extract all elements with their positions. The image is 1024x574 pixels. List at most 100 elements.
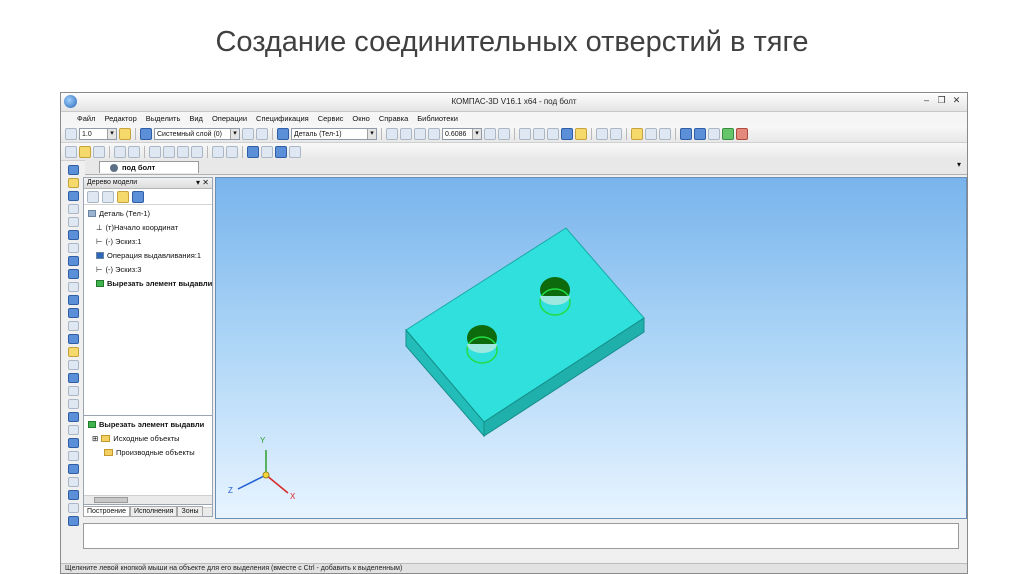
menu-service[interactable]: Сервис <box>318 114 344 123</box>
zoom-window-icon[interactable] <box>400 127 412 140</box>
format-icon[interactable] <box>191 145 203 158</box>
detail-icon[interactable] <box>277 127 289 140</box>
properties-icon[interactable] <box>256 127 268 140</box>
tool-icon[interactable] <box>67 321 79 331</box>
perspective-icon[interactable] <box>610 127 622 140</box>
tool-icon[interactable] <box>67 373 79 383</box>
restore-icon[interactable]: ❐ <box>937 96 946 105</box>
tree-filter-icon[interactable] <box>87 190 99 203</box>
tree-item[interactable]: ⊥ (т)Начало координат <box>96 223 178 232</box>
menu-edit[interactable]: Редактор <box>104 114 136 123</box>
pan-icon[interactable] <box>498 127 510 140</box>
tool-icon[interactable] <box>67 230 79 240</box>
step-icon[interactable] <box>65 127 77 140</box>
tree-mode-icon[interactable] <box>132 190 144 203</box>
tool-icon[interactable] <box>67 295 79 305</box>
panel-close-icon[interactable]: ▾ ✕ <box>196 178 209 188</box>
tree-item[interactable]: Операция выдавливания:1 <box>96 251 201 260</box>
expand-icon[interactable]: ⊞ <box>92 434 98 443</box>
paste-icon[interactable] <box>177 145 189 158</box>
layer-settings-icon[interactable] <box>242 127 254 140</box>
tool-icon[interactable] <box>67 451 79 461</box>
menu-window[interactable]: Окно <box>352 114 369 123</box>
zoom-in-icon[interactable] <box>386 127 398 140</box>
menu-view[interactable]: Вид <box>189 114 203 123</box>
report-icon[interactable] <box>736 127 748 140</box>
tool-icon[interactable] <box>67 334 79 344</box>
cut-icon[interactable] <box>149 145 161 158</box>
3d-viewport[interactable]: Y X Z <box>215 177 967 519</box>
menu-libraries[interactable]: Библиотеки <box>417 114 458 123</box>
menu-operations[interactable]: Операции <box>212 114 247 123</box>
tab-versions[interactable]: Исполнения <box>129 506 178 517</box>
plate-top-face[interactable] <box>405 227 645 423</box>
tool-icon[interactable] <box>67 412 79 422</box>
print-icon[interactable] <box>114 145 126 158</box>
tool-icon[interactable] <box>67 165 79 175</box>
help-icon[interactable] <box>289 145 301 158</box>
tree-item[interactable]: Вырезать элемент выдавли <box>96 279 212 288</box>
menu-specification[interactable]: Спецификация <box>256 114 309 123</box>
tool-icon[interactable] <box>67 217 79 227</box>
filter-icon[interactable] <box>631 127 643 140</box>
tabs-dropdown-icon[interactable]: ▾ <box>957 160 961 169</box>
mass-icon[interactable] <box>708 127 720 140</box>
detail-combo[interactable]: Деталь (Тел-1) <box>291 127 377 140</box>
tool-icon[interactable] <box>67 269 79 279</box>
snap-icon[interactable] <box>119 127 131 140</box>
tool-icon[interactable] <box>67 308 79 318</box>
tool-icon[interactable] <box>67 425 79 435</box>
step-combo[interactable]: 1.0 <box>79 127 117 140</box>
menu-help[interactable]: Справка <box>379 114 408 123</box>
orientation-icon[interactable] <box>596 127 608 140</box>
menu-select[interactable]: Выделить <box>146 114 181 123</box>
layer-icon[interactable] <box>140 127 152 140</box>
redo-icon[interactable] <box>226 145 238 158</box>
tool-icon[interactable] <box>67 191 79 201</box>
halftone-icon[interactable] <box>547 127 559 140</box>
color-icon[interactable] <box>694 127 706 140</box>
tool-icon[interactable] <box>67 178 79 188</box>
layer-combo[interactable]: Системный слой (0) <box>154 127 240 140</box>
material-icon[interactable] <box>680 127 692 140</box>
detail-item[interactable]: Производные объекты <box>104 448 195 457</box>
detail-item[interactable]: ⊞ Исходные объекты <box>92 434 180 443</box>
tab-zones[interactable]: Зоны <box>177 506 203 517</box>
tool-icon[interactable] <box>67 438 79 448</box>
tab-construction[interactable]: Построение <box>83 506 130 517</box>
preview-icon[interactable] <box>128 145 140 158</box>
tool-icon[interactable] <box>67 256 79 266</box>
close-icon[interactable]: ✕ <box>952 96 961 105</box>
tool-icon[interactable] <box>67 386 79 396</box>
save-icon[interactable] <box>93 145 105 158</box>
copy-icon[interactable] <box>163 145 175 158</box>
zoom-scale-icon[interactable] <box>428 127 440 140</box>
tree-icon[interactable] <box>275 145 287 158</box>
zoom-out-icon[interactable] <box>414 127 426 140</box>
tool-icon[interactable] <box>67 490 79 500</box>
tool-icon[interactable] <box>67 347 79 357</box>
wireframe-icon[interactable] <box>519 127 531 140</box>
shaded-edges-icon[interactable] <box>575 127 587 140</box>
tool-icon[interactable] <box>67 282 79 292</box>
tool-icon[interactable] <box>67 399 79 409</box>
detail-scrollbar[interactable] <box>84 495 212 504</box>
library-icon[interactable] <box>722 127 734 140</box>
tree-view-icon[interactable] <box>102 190 114 203</box>
measure-icon[interactable] <box>659 127 671 140</box>
tree-item[interactable]: Деталь (Тел-1) <box>88 209 150 218</box>
detail-selected[interactable]: Вырезать элемент выдавли <box>88 420 204 429</box>
new-file-icon[interactable] <box>65 145 77 158</box>
filter-settings-icon[interactable] <box>645 127 657 140</box>
zoom-combo[interactable]: 0.6086 <box>442 127 482 140</box>
rotate-icon[interactable] <box>484 127 496 140</box>
fx-icon[interactable] <box>261 145 273 158</box>
undo-icon[interactable] <box>212 145 224 158</box>
minimize-icon[interactable]: – <box>922 96 931 105</box>
tool-icon[interactable] <box>67 464 79 474</box>
tool-icon[interactable] <box>67 243 79 253</box>
tool-icon[interactable] <box>67 477 79 487</box>
tree-item[interactable]: ⊢ (-) Эскиз:3 <box>96 265 141 274</box>
document-tab[interactable]: под болт <box>99 161 199 173</box>
tool-icon[interactable] <box>67 204 79 214</box>
